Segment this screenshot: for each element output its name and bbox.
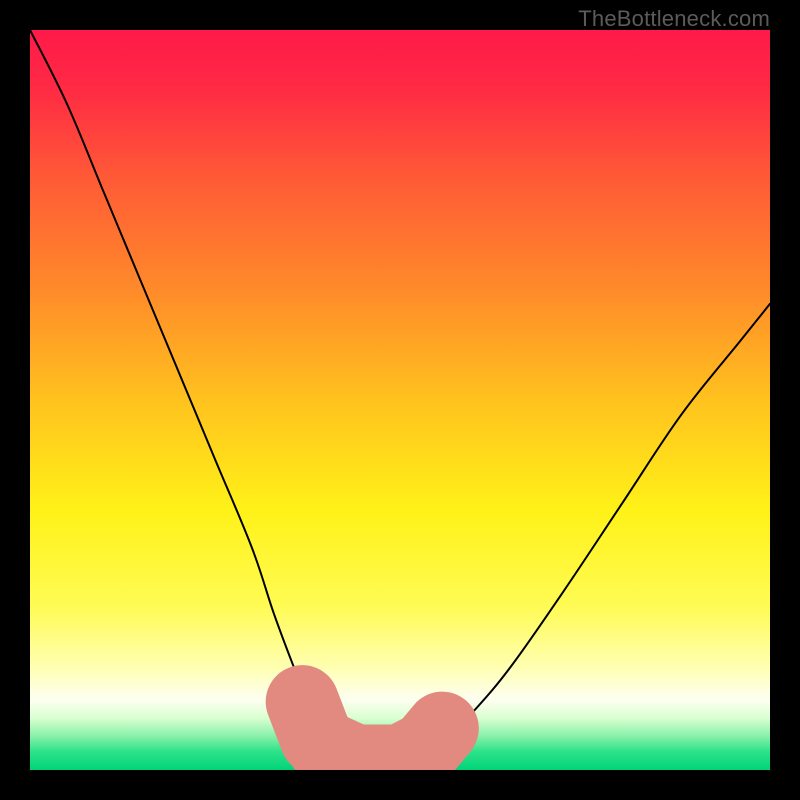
- optimal-range-segment: [428, 728, 442, 745]
- chart-frame: TheBottleneck.com: [0, 0, 800, 800]
- chart-svg: [30, 30, 770, 770]
- watermark-text: TheBottleneck.com: [578, 6, 770, 32]
- plot-area: [30, 30, 770, 770]
- chart-background: [30, 30, 770, 770]
